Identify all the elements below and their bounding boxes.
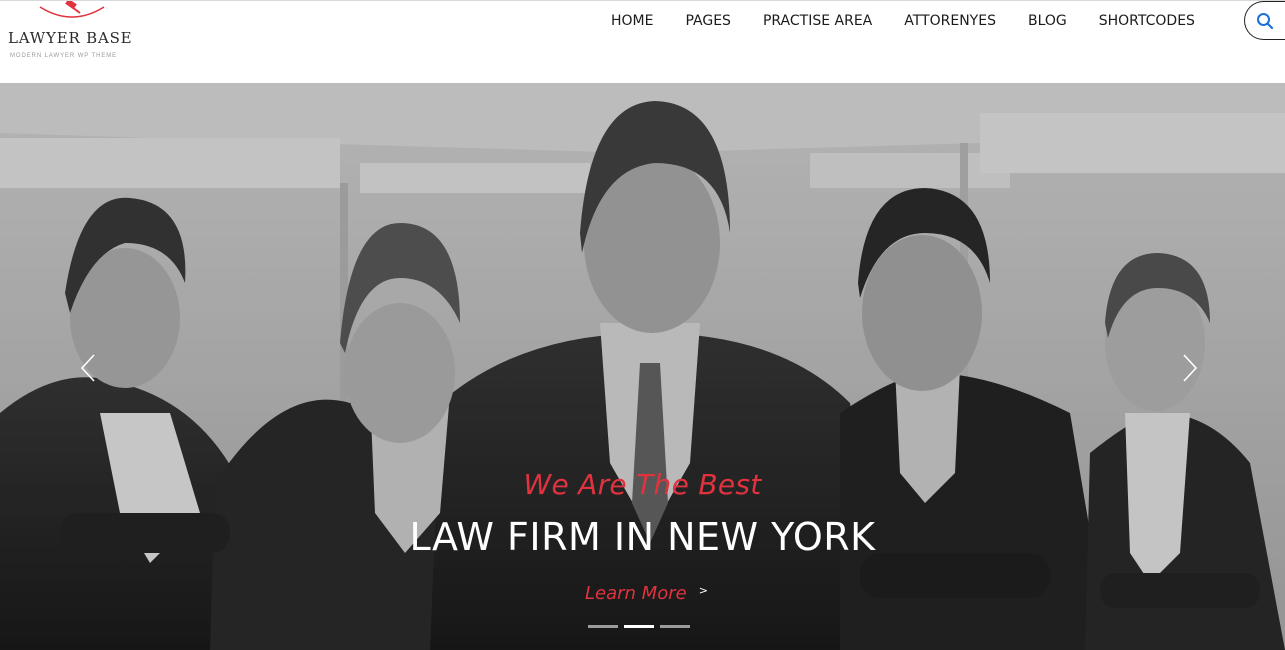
main-nav: HOME PAGES PRACTISE AREA ATTORENYES BLOG…: [595, 11, 1211, 31]
search-icon: [1257, 12, 1274, 29]
nav-item-pages[interactable]: PAGES: [669, 11, 746, 31]
slide-dot-2[interactable]: [624, 625, 654, 628]
logo-title: LAWYER BASE: [8, 29, 133, 47]
learn-more-link[interactable]: Learn More >: [585, 583, 708, 604]
nav-item-home[interactable]: HOME: [595, 11, 669, 31]
chevron-left-icon: [80, 354, 95, 382]
logo[interactable]: LAWYER BASE MODERN LAWYER WP THEME: [8, 1, 148, 71]
hero-slider: We Are The Best LAW FIRM IN NEW YORK Lea…: [0, 83, 1285, 650]
hero-tagline: We Are The Best: [523, 468, 762, 501]
nav-item-practise-area[interactable]: PRACTISE AREA: [747, 11, 888, 31]
slider-pagination: [588, 625, 690, 628]
nav-item-shortcodes[interactable]: SHORTCODES: [1083, 11, 1211, 31]
slider-prev-button[interactable]: [78, 353, 100, 383]
slide-dot-1[interactable]: [588, 625, 618, 628]
learn-more-label: Learn More: [585, 583, 687, 604]
hero-overlay: [0, 83, 1285, 650]
search-button[interactable]: [1244, 1, 1285, 40]
gavel-logo-icon: [39, 1, 105, 18]
logo-subtitle: MODERN LAWYER WP THEME: [10, 53, 118, 59]
chevron-right-icon: [1183, 354, 1198, 382]
site-header: LAWYER BASE MODERN LAWYER WP THEME HOME …: [0, 0, 1285, 83]
slide-dot-3[interactable]: [660, 625, 690, 628]
hero-headline: LAW FIRM IN NEW YORK: [409, 515, 876, 559]
nav-item-attorneys[interactable]: ATTORENYES: [888, 11, 1012, 31]
arrow-right-icon: >: [698, 584, 708, 597]
nav-item-blog[interactable]: BLOG: [1012, 11, 1083, 31]
slider-next-button[interactable]: [1178, 353, 1200, 383]
